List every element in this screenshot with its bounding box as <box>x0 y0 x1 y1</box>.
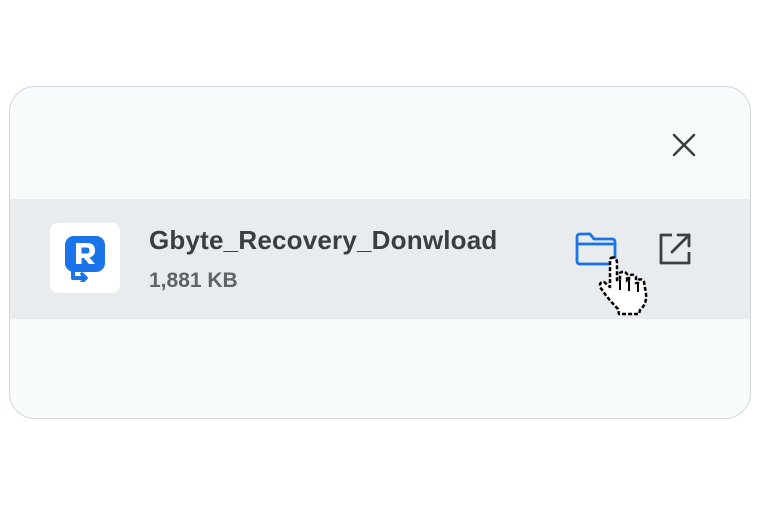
download-item-row[interactable]: Gbyte_Recovery_Donwload 1,881 KB <box>10 199 750 319</box>
close-icon <box>672 133 696 157</box>
open-external-icon <box>659 233 691 265</box>
download-panel: Gbyte_Recovery_Donwload 1,881 KB <box>9 86 751 419</box>
folder-icon <box>575 232 617 266</box>
file-name: Gbyte_Recovery_Donwload <box>149 225 498 255</box>
show-in-folder-button[interactable] <box>572 227 620 271</box>
file-size: 1,881 KB <box>149 269 238 292</box>
gbyte-recovery-app-icon <box>50 223 120 293</box>
close-button[interactable] <box>666 127 702 163</box>
open-file-button[interactable] <box>653 227 697 271</box>
